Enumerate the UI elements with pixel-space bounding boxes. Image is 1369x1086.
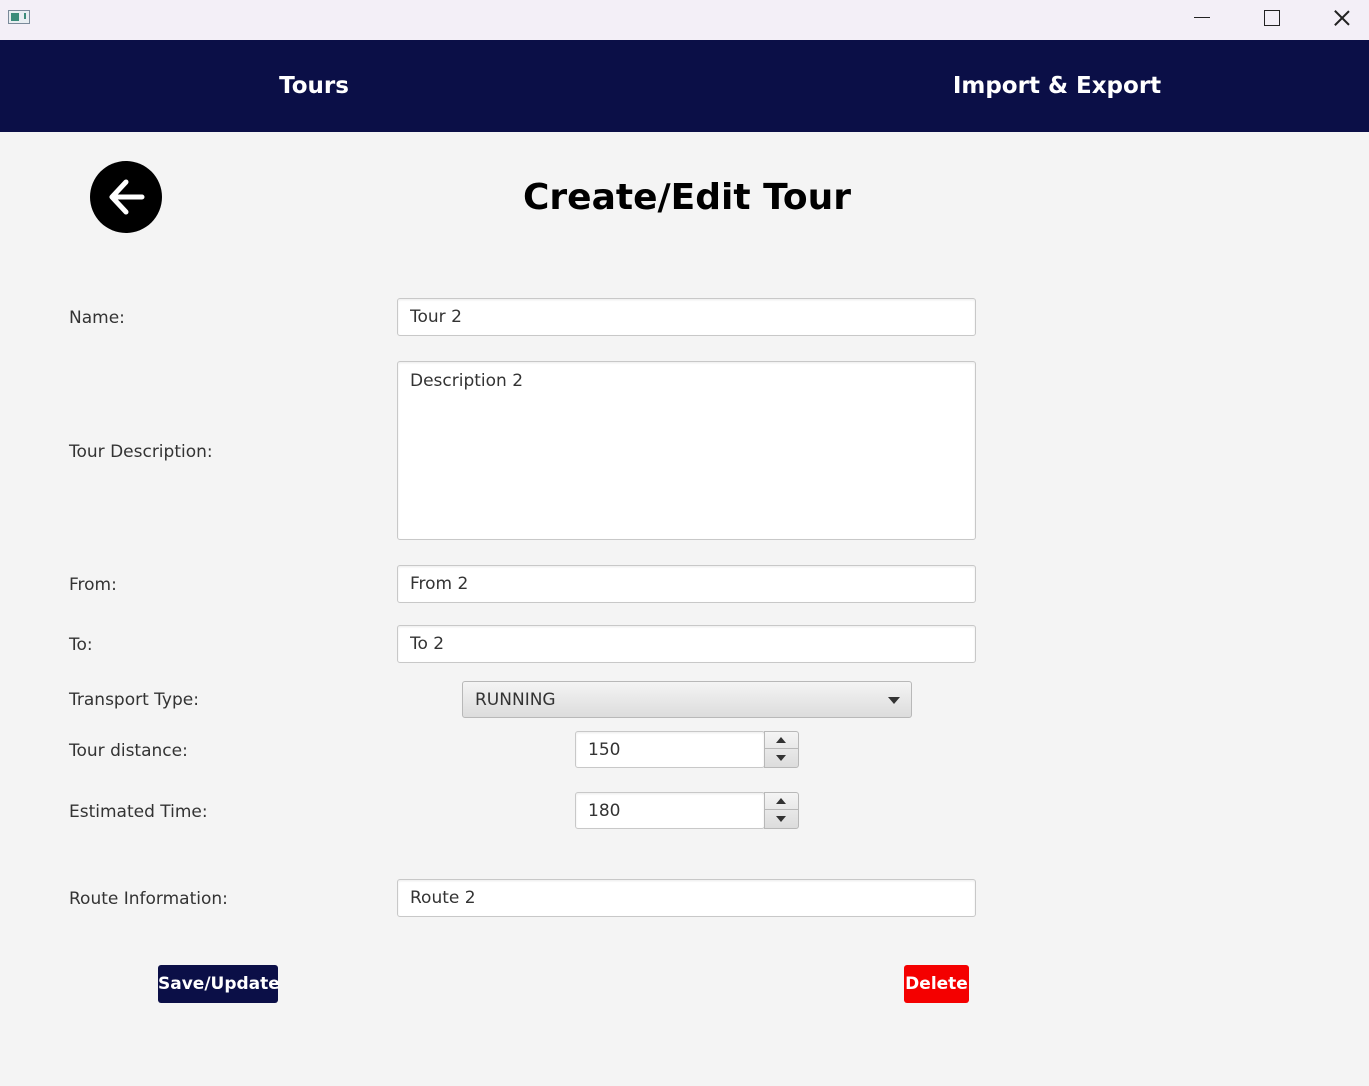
nav-tours[interactable]: Tours [214, 40, 414, 132]
estimated-time-label: Estimated Time: [69, 802, 208, 822]
route-info-input[interactable] [397, 879, 976, 917]
time-decrement-icon[interactable] [765, 811, 798, 828]
back-button[interactable] [90, 161, 162, 233]
route-info-label: Route Information: [69, 889, 228, 909]
distance-decrement-icon[interactable] [765, 750, 798, 767]
description-label: Tour Description: [69, 442, 213, 462]
maximize-icon[interactable] [1248, 0, 1294, 40]
transport-type-label: Transport Type: [69, 690, 199, 710]
distance-increment-icon[interactable] [765, 732, 798, 749]
description-textarea[interactable]: Description 2 [397, 361, 976, 540]
to-input[interactable] [397, 625, 976, 663]
window-titlebar [0, 0, 1369, 40]
transport-type-select[interactable]: RUNNING [462, 681, 912, 718]
top-navbar: Tours Import & Export [0, 40, 1369, 132]
from-input[interactable] [397, 565, 976, 603]
page-title: Create/Edit Tour [523, 177, 851, 218]
transport-type-value: RUNNING [475, 690, 556, 710]
nav-import-export[interactable]: Import & Export [907, 40, 1207, 132]
estimated-time-spinner-buttons [764, 792, 799, 829]
distance-spinner-buttons [764, 731, 799, 768]
minimize-icon[interactable] [1180, 0, 1226, 40]
save-update-button[interactable]: Save/Update [158, 965, 280, 1003]
name-input[interactable] [397, 298, 976, 336]
time-increment-icon[interactable] [765, 793, 798, 810]
close-icon[interactable] [1318, 0, 1364, 40]
distance-input[interactable] [575, 731, 765, 768]
arrow-left-icon [109, 179, 145, 215]
from-label: From: [69, 575, 117, 595]
to-label: To: [69, 635, 93, 655]
estimated-time-input[interactable] [575, 792, 765, 829]
app-icon [8, 10, 30, 24]
distance-label: Tour distance: [69, 741, 188, 761]
estimated-time-spinner [575, 792, 799, 829]
chevron-down-icon [888, 697, 900, 704]
distance-spinner [575, 731, 799, 768]
delete-button[interactable]: Delete [904, 965, 969, 1003]
name-label: Name: [69, 308, 125, 328]
